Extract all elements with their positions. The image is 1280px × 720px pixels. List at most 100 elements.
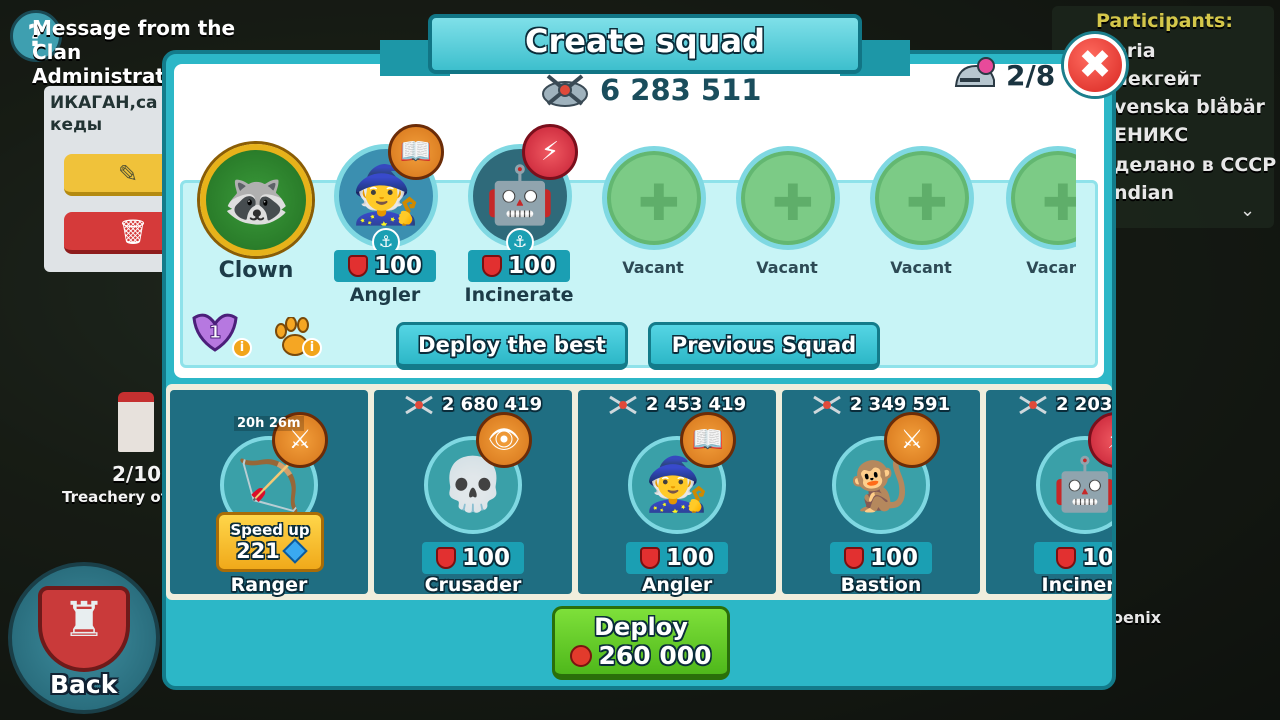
add-hero-icon: ✚ (772, 174, 814, 232)
vacant-slot[interactable]: ✚ (602, 146, 706, 250)
level-value: 1 (209, 322, 222, 343)
medal-icon (435, 547, 456, 569)
hero-name: Angler (349, 284, 421, 306)
deploy-label: Deploy (594, 613, 688, 641)
power-pill: 100 (468, 250, 570, 282)
squad-slots-count: 2/8 (950, 56, 1055, 94)
vacant-slot-clip: ✚ Vacant (1004, 140, 1076, 280)
gem-icon (282, 538, 308, 564)
power-pill: 100 (626, 542, 728, 574)
crossed-axes-icon (542, 74, 588, 107)
previous-squad-button[interactable]: Previous Squad (648, 322, 880, 370)
medal-icon (639, 547, 660, 569)
deploy-button[interactable]: Deploy 260 000 (552, 606, 730, 680)
hero-power-value: 2 453 419 (645, 394, 747, 415)
hero-card-incinerate[interactable]: 2 203 🤖 ⚡ 10 Incinera (986, 390, 1113, 596)
vacant-slot[interactable]: ✚ (1006, 146, 1076, 250)
skill-book-icon: 📖 (388, 124, 444, 180)
hero-power: 2 453 419 (578, 394, 776, 415)
medal-icon (1055, 547, 1076, 569)
skill-lightning-icon: ⚡ (522, 124, 578, 180)
add-hero-icon: ✚ (906, 174, 948, 232)
participant-item: venska blåbär (1114, 96, 1265, 118)
vacant-label: Vacant (890, 258, 952, 277)
hero-name: Crusader (424, 574, 522, 596)
rook-icon: ♜ (62, 592, 106, 648)
back-label: Back (50, 670, 118, 699)
hero-power-value: 2 680 419 (441, 394, 543, 415)
speed-up-button[interactable]: Speed up 221 (216, 512, 324, 572)
deploy-cost: 260 000 (570, 641, 712, 670)
apple-icon (570, 644, 593, 667)
skill-book-icon: 📖 (680, 412, 736, 468)
modal-title: Create squad (525, 22, 765, 60)
vacant-slot[interactable]: ✚ (870, 146, 974, 250)
close-icon: ✖ (1078, 42, 1112, 88)
add-hero-icon: ✚ (638, 174, 680, 232)
leader-name: Clown (218, 258, 294, 283)
chevron-down-icon[interactable]: ⌄ (1240, 200, 1255, 221)
cooldown-timer: 20h 26m (234, 416, 304, 431)
vacant-label: Vacant (756, 258, 818, 277)
medal-icon (347, 255, 368, 277)
hero-name: Ranger (230, 574, 308, 596)
hero-power: 2 349 591 (782, 394, 980, 415)
info-icon[interactable]: i (232, 338, 252, 358)
power-pill: 100 (830, 542, 932, 574)
speed-up-cost: 221 (236, 538, 308, 564)
hero-power: 2 680 419 (374, 394, 572, 415)
close-button[interactable]: ✖ (1064, 34, 1126, 96)
power-pill: 100 (422, 542, 524, 574)
available-heroes-list: 🏹 ⚔ 20h 26m Speed up 221 Ranger 2 680 41… (166, 384, 1112, 600)
hero-card-crusader[interactable]: 2 680 419 💀 👁 100 Crusader (374, 390, 572, 596)
power-value: 100 (665, 545, 714, 571)
medal-icon (481, 255, 502, 277)
participant-item: лекгейт (1114, 68, 1201, 90)
hero-name: Angler (641, 574, 713, 596)
participant-label: oenix (1112, 608, 1162, 627)
pencil-icon: ✎ (118, 160, 139, 188)
vacant-slot[interactable]: ✚ (736, 146, 840, 250)
hero-name: Incinera (1041, 574, 1113, 596)
hero-name: Bastion (840, 574, 922, 596)
squad-power: 6 283 511 (540, 70, 761, 110)
tower-count: 2/10 (112, 462, 162, 486)
medal-icon (843, 547, 864, 569)
trash-icon: 🗑 (118, 218, 149, 246)
hero-power: 2 203 (986, 394, 1112, 415)
power-value: 100 (869, 545, 918, 571)
crossed-axes-icon (609, 395, 637, 414)
add-hero-icon: ✚ (1042, 174, 1076, 232)
hero-name: Incinerate (464, 284, 574, 306)
info-icon[interactable]: i (302, 338, 322, 358)
hero-power-value: 2 203 (1056, 394, 1112, 415)
power-value: 100 (461, 545, 510, 571)
crossed-axes-icon (405, 395, 433, 414)
tower-label: Treachery of (62, 488, 168, 506)
participants-title: Participants: (1096, 10, 1233, 32)
power-value: 100 (373, 253, 422, 279)
hero-power-value: 2 349 591 (849, 394, 951, 415)
squad-power-value: 6 283 511 (600, 73, 762, 107)
crossed-axes-icon (813, 395, 841, 414)
power-pill: 10 (1034, 542, 1112, 574)
skill-swords-icon: ⚔ (884, 412, 940, 468)
participant-item: ndian (1114, 182, 1174, 204)
participant-item: ЕНИКС (1114, 124, 1189, 146)
participant-item: делано в СССР (1114, 154, 1277, 176)
helmet-icon (954, 57, 995, 87)
crossed-axes-icon (1019, 395, 1047, 414)
speed-up-label: Speed up (230, 521, 310, 539)
power-pill: 100 (334, 250, 436, 282)
hero-card-angler[interactable]: 2 453 419 🧙 📖 100 Angler (578, 390, 776, 596)
vacant-label: Vacant (1026, 258, 1076, 277)
slots-value: 2/8 (1006, 58, 1056, 92)
vacant-label: Vacant (622, 258, 684, 277)
leader-face-icon: 🦝 (223, 169, 291, 232)
hero-card-bastion[interactable]: 2 349 591 🐒 ⚔ 100 Bastion (782, 390, 980, 596)
hero-card-ranger[interactable]: 🏹 ⚔ 20h 26m Speed up 221 Ranger (170, 390, 368, 596)
deploy-best-button[interactable]: Deploy the best (396, 322, 628, 370)
skill-mask-icon: 👁 (476, 412, 532, 468)
tower-icon (118, 392, 154, 452)
power-value: 100 (507, 253, 556, 279)
